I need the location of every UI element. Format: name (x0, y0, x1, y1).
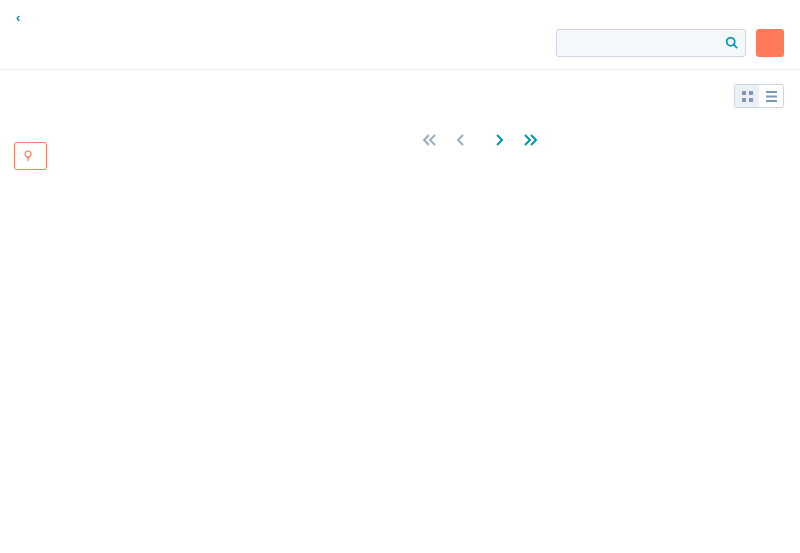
main-content (160, 70, 800, 190)
last-page-icon[interactable] (523, 134, 537, 146)
grid-view-button[interactable] (735, 85, 759, 107)
grid-icon (742, 91, 753, 102)
search-icon (725, 36, 738, 49)
search-wrap (556, 29, 746, 57)
sidebar (0, 70, 160, 190)
first-page-icon[interactable] (423, 134, 437, 146)
list-view-button[interactable] (759, 85, 783, 107)
list-icon (766, 91, 777, 102)
prev-page-icon[interactable] (457, 134, 465, 146)
suggest-templates-button[interactable] (14, 142, 47, 170)
back-link[interactable] (16, 13, 20, 25)
search-input[interactable] (556, 29, 746, 57)
pagination (176, 134, 784, 146)
next-page-icon[interactable] (495, 134, 503, 146)
view-toggle (734, 84, 784, 108)
create-from-scratch-button[interactable] (756, 29, 784, 57)
lightbulb-icon (23, 150, 33, 162)
